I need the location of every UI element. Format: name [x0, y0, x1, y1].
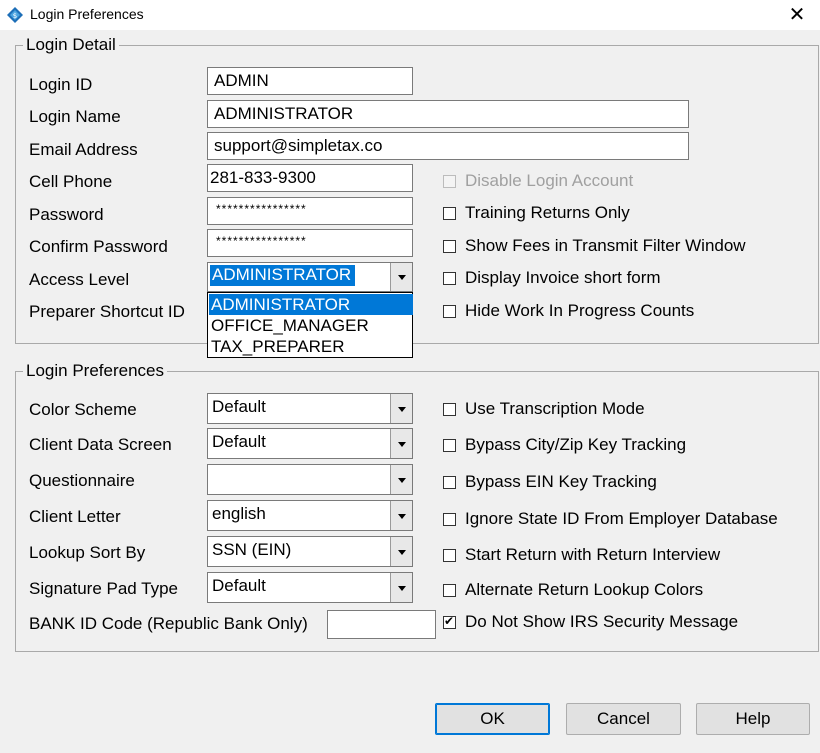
option-office-manager[interactable]: OFFICE_MANAGER — [209, 315, 413, 336]
transcription-mode-checkbox[interactable] — [443, 403, 456, 416]
preparer-shortcut-label: Preparer Shortcut ID — [29, 302, 185, 321]
login-id-label: Login ID — [29, 75, 93, 94]
app-logo-icon: $ — [7, 7, 23, 23]
title-bar: $ Login Preferences ✕ — [0, 0, 820, 30]
hide-wip-checkbox[interactable] — [443, 305, 456, 318]
chevron-down-icon — [398, 441, 406, 447]
login-preferences-legend: Login Preferences — [23, 361, 167, 381]
option-administrator[interactable]: ADMINISTRATOR — [209, 294, 413, 315]
access-level-dropdown-button[interactable] — [390, 263, 412, 291]
transcription-mode-label: Use Transcription Mode — [465, 399, 645, 418]
training-returns-label: Training Returns Only — [465, 203, 630, 222]
bypass-ein-checkbox[interactable] — [443, 476, 456, 489]
signature-pad-type-dropdown-button[interactable] — [390, 573, 412, 602]
questionnaire-select[interactable] — [207, 464, 413, 495]
bypass-city-zip-label: Bypass City/Zip Key Tracking — [465, 435, 687, 454]
questionnaire-dropdown-button[interactable] — [390, 465, 412, 494]
ignore-state-id-label: Ignore State ID From Employer Database — [465, 509, 778, 528]
confirm-password-field[interactable]: **************** — [207, 229, 413, 257]
login-id-field[interactable]: ADMIN — [207, 67, 413, 95]
chevron-down-icon — [398, 585, 406, 591]
ignore-state-id-checkbox[interactable] — [443, 513, 456, 526]
chevron-down-icon — [398, 275, 406, 280]
lookup-sort-by-select[interactable]: SSN (EIN) — [207, 536, 413, 567]
help-button[interactable]: Help — [696, 703, 810, 735]
bank-id-code-field[interactable] — [327, 610, 436, 639]
disable-login-checkbox[interactable] — [443, 175, 456, 188]
signature-pad-type-select[interactable]: Default — [207, 572, 413, 603]
password-label: Password — [29, 205, 104, 224]
training-returns-checkbox[interactable] — [443, 207, 456, 220]
confirm-password-label: Confirm Password — [29, 237, 168, 256]
alternate-lookup-colors-checkbox[interactable] — [443, 584, 456, 597]
irs-security-message-label: Do Not Show IRS Security Message — [465, 612, 739, 631]
password-field[interactable]: **************** — [207, 197, 413, 225]
email-label: Email Address — [29, 140, 138, 159]
login-detail-legend: Login Detail — [23, 35, 119, 55]
chevron-down-icon — [398, 513, 406, 519]
start-return-interview-label: Start Return with Return Interview — [465, 545, 721, 564]
color-scheme-value: Default — [212, 397, 266, 416]
client-data-screen-select[interactable]: Default — [207, 428, 413, 459]
client-letter-label: Client Letter — [29, 507, 121, 526]
close-button[interactable]: ✕ — [774, 0, 820, 30]
lookup-sort-by-label: Lookup Sort By — [29, 543, 146, 562]
bypass-ein-label: Bypass EIN Key Tracking — [465, 472, 657, 491]
chevron-down-icon — [398, 477, 406, 483]
client-data-screen-label: Client Data Screen — [29, 435, 172, 454]
irs-security-message-checkbox[interactable] — [443, 614, 456, 629]
client-data-screen-value: Default — [212, 432, 266, 451]
lookup-sort-by-dropdown-button[interactable] — [390, 537, 412, 566]
access-level-value: ADMINISTRATOR — [210, 265, 356, 286]
login-detail-group — [15, 45, 819, 344]
invoice-short-form-checkbox[interactable] — [443, 272, 456, 285]
ok-button[interactable]: OK — [435, 703, 550, 735]
client-letter-select[interactable]: english — [207, 500, 413, 531]
client-letter-value: english — [212, 504, 266, 523]
show-fees-checkbox[interactable] — [443, 240, 456, 253]
hide-wip-label: Hide Work In Progress Counts — [465, 301, 695, 320]
login-name-label: Login Name — [29, 107, 121, 126]
cancel-button[interactable]: Cancel — [566, 703, 681, 735]
bank-id-code-label: BANK ID Code (Republic Bank Only) — [29, 614, 308, 633]
svg-text:$: $ — [13, 12, 17, 20]
start-return-interview-checkbox[interactable] — [443, 549, 456, 562]
questionnaire-label: Questionnaire — [29, 471, 135, 490]
cell-phone-field[interactable]: 281-833-9300 — [207, 164, 413, 192]
color-scheme-label: Color Scheme — [29, 400, 137, 419]
close-icon: ✕ — [788, 4, 806, 26]
color-scheme-select[interactable]: Default — [207, 393, 413, 424]
option-tax-preparer[interactable]: TAX_PREPARER — [209, 336, 413, 357]
signature-pad-type-value: Default — [212, 576, 266, 595]
access-level-select[interactable]: ADMINISTRATOR — [207, 262, 413, 292]
window-title: Login Preferences — [30, 6, 144, 22]
lookup-sort-by-value: SSN (EIN) — [212, 540, 292, 559]
disable-login-label: Disable Login Account — [465, 171, 634, 190]
cell-phone-label: Cell Phone — [29, 172, 113, 191]
invoice-short-form-label: Display Invoice short form — [465, 268, 661, 287]
chevron-down-icon — [398, 549, 406, 555]
email-field[interactable]: support@simpletax.co — [207, 132, 689, 160]
signature-pad-type-label: Signature Pad Type — [29, 579, 179, 598]
show-fees-label: Show Fees in Transmit Filter Window — [465, 236, 746, 255]
client-letter-dropdown-button[interactable] — [390, 501, 412, 530]
alternate-lookup-colors-label: Alternate Return Lookup Colors — [465, 580, 704, 599]
color-scheme-dropdown-button[interactable] — [390, 394, 412, 423]
client-data-screen-dropdown-button[interactable] — [390, 429, 412, 458]
chevron-down-icon — [398, 406, 406, 412]
bypass-city-zip-checkbox[interactable] — [443, 439, 456, 452]
login-name-field[interactable]: ADMINISTRATOR — [207, 100, 689, 128]
access-level-options: ADMINISTRATOR OFFICE_MANAGER TAX_PREPARE… — [207, 292, 413, 358]
access-level-label: Access Level — [29, 270, 130, 289]
